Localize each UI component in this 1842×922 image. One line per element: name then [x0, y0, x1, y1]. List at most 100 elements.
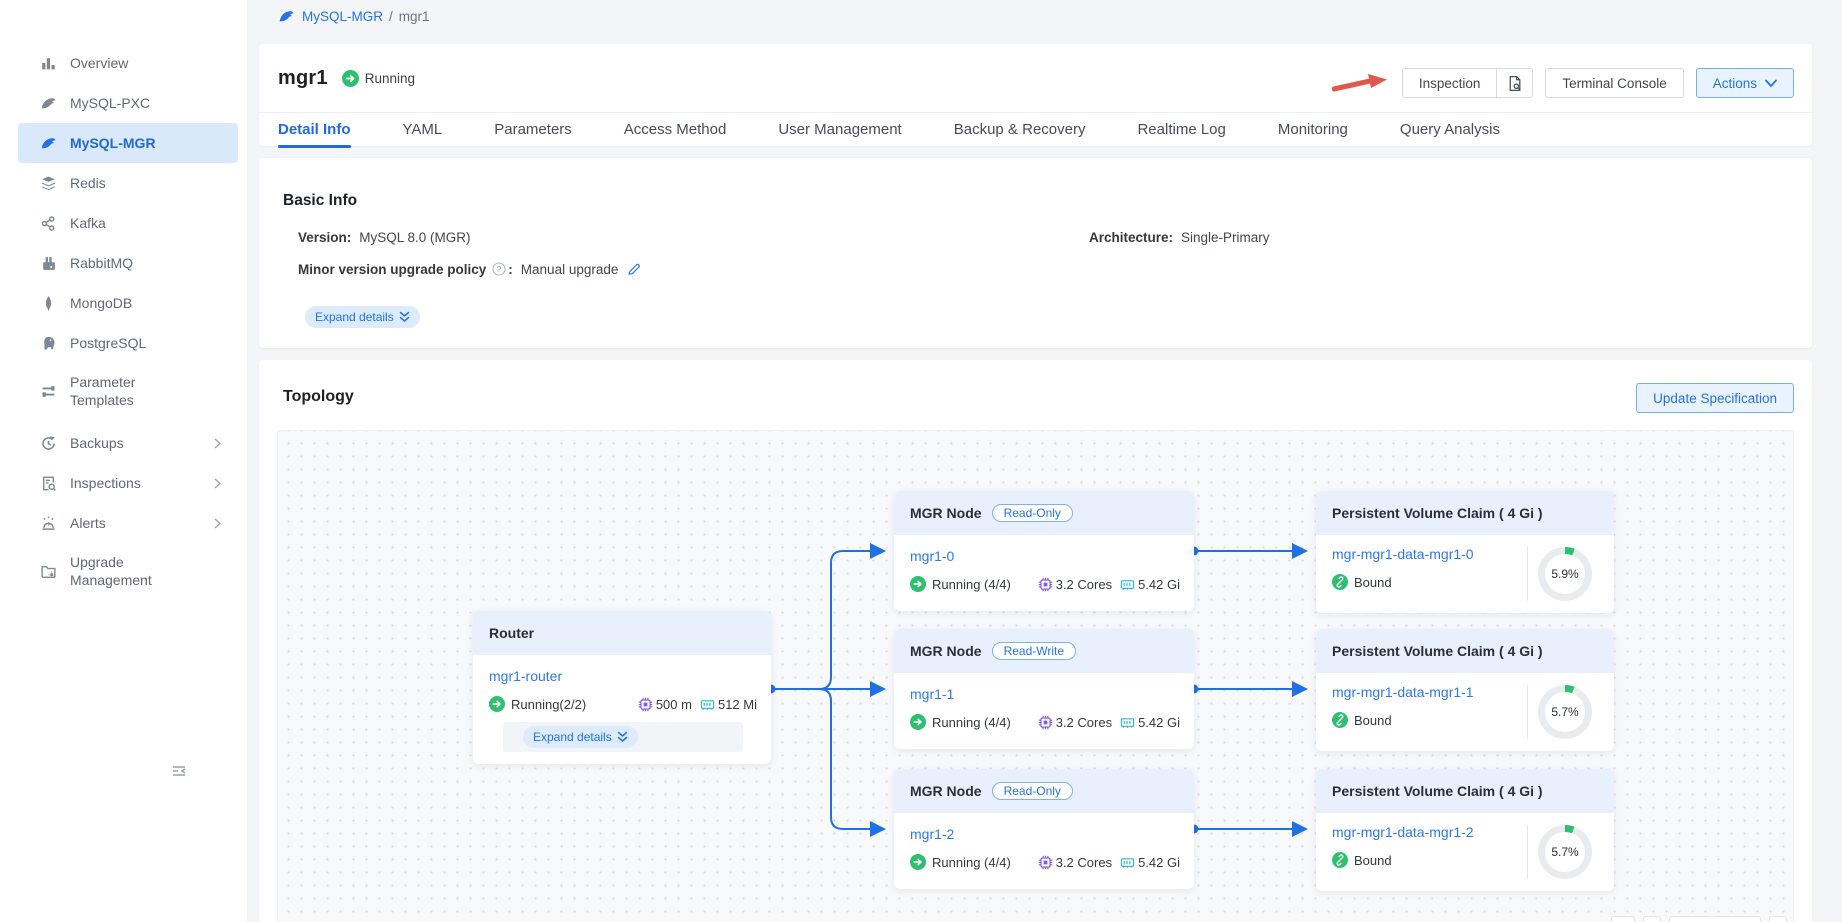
- canvas-control-slider[interactable]: [1669, 916, 1761, 922]
- dolphin-icon: [278, 8, 295, 25]
- pvc-name-link[interactable]: mgr-mgr1-data-mgr1-0: [1332, 546, 1474, 562]
- memory-ram-icon: [700, 697, 715, 712]
- topology-canvas[interactable]: Router mgr1-router Running(2/2) 500 m: [277, 430, 1794, 922]
- tab-yaml[interactable]: YAML: [403, 113, 443, 147]
- sliders-icon: [40, 383, 57, 400]
- version-label: Version:: [298, 230, 351, 245]
- tab-monitoring[interactable]: Monitoring: [1278, 113, 1348, 147]
- mgr-node-header: MGR NodeRead-Only: [894, 491, 1194, 535]
- pvc-card-body: mgr-mgr1-data-mgr1-2 Bound 5.: [1316, 813, 1614, 891]
- tab-detail-info[interactable]: Detail Info: [278, 113, 351, 147]
- pvc-name-link[interactable]: mgr-mgr1-data-mgr1-2: [1332, 824, 1474, 840]
- inspection-button[interactable]: Inspection: [1402, 68, 1498, 98]
- tab-query-analysis[interactable]: Query Analysis: [1400, 113, 1500, 147]
- usage-donut-chart: 5.9%: [1538, 547, 1592, 601]
- siren-icon: [40, 515, 57, 532]
- expand-details-label: Expand details: [315, 310, 394, 324]
- pvc-card[interactable]: Persistent Volume Claim ( 4 Gi ) mgr-mgr…: [1316, 629, 1614, 751]
- sidebar: Overview MySQL-PXC MySQL-MGR Redis Kafka…: [0, 0, 248, 922]
- pvc-info: mgr-mgr1-data-mgr1-1 Bound: [1332, 681, 1527, 743]
- update-specification-button[interactable]: Update Specification: [1636, 383, 1794, 413]
- mgr-node-header: MGR Node Read-Write: [894, 629, 1194, 673]
- sidebar-item-backups[interactable]: Backups: [18, 423, 238, 463]
- mgr-node-name-link[interactable]: mgr1-0: [910, 548, 954, 564]
- memory-ram-icon: [1120, 577, 1135, 592]
- tab-user-management[interactable]: User Management: [778, 113, 901, 147]
- pvc-card-header: Persistent Volume Claim ( 4 Gi ): [1316, 491, 1614, 535]
- router-cpu-value: 500 m: [656, 697, 692, 712]
- canvas-control-button[interactable]: [1769, 916, 1787, 922]
- mgr-node-name-link[interactable]: mgr1-1: [910, 686, 954, 702]
- chevron-down-icon: [1765, 79, 1777, 88]
- canvas-control-button[interactable]: [1643, 916, 1661, 922]
- mgr-node-title: MGR Node: [910, 643, 982, 659]
- expand-details-button[interactable]: Expand details: [305, 306, 420, 328]
- inspection-report-button[interactable]: [1497, 68, 1533, 98]
- mgr-node-card[interactable]: MGR NodeRead-Only mgr1-2 Running (4/4) 3…: [894, 769, 1194, 889]
- mgr-node-card[interactable]: MGR NodeRead-Only mgr1-0 Running (4/4) 3…: [894, 491, 1194, 611]
- page: Overview MySQL-PXC MySQL-MGR Redis Kafka…: [0, 0, 1842, 922]
- router-node-card[interactable]: Router mgr1-router Running(2/2) 500 m: [473, 611, 771, 764]
- help-question-icon[interactable]: ?: [492, 262, 506, 276]
- pvc-card[interactable]: Persistent Volume Claim ( 4 Gi ) mgr-mgr…: [1316, 769, 1614, 891]
- rabbitmq-icon: [40, 255, 57, 272]
- sidebar-item-upgrade-management[interactable]: Upgrade Management: [18, 543, 238, 599]
- tab-access-method[interactable]: Access Method: [624, 113, 727, 147]
- sidebar-item-label: MySQL-PXC: [70, 94, 150, 112]
- terminal-console-button[interactable]: Terminal Console: [1545, 68, 1683, 98]
- mgr-node-status-row: Running (4/4) 3.2 Cores 5.42 Gi: [910, 576, 1180, 592]
- usage-percent-label: 5.7%: [1551, 705, 1578, 719]
- basic-info-card: Basic Info Version: MySQL 8.0 (MGR) Arch…: [259, 158, 1812, 348]
- canvas-zoom-controls[interactable]: [1611, 916, 1787, 922]
- mgr-node-status-text: Running (4/4): [932, 855, 1011, 870]
- canvas-control-button[interactable]: [1611, 916, 1635, 922]
- sidebar-item-inspections[interactable]: Inspections: [18, 463, 238, 503]
- backup-restore-icon: [40, 435, 57, 452]
- mgr-node-card[interactable]: MGR Node Read-Write mgr1-1 Running (4/4) …: [894, 629, 1194, 749]
- sidebar-item-postgresql[interactable]: PostgreSQL: [18, 323, 238, 363]
- router-status-row: Running(2/2) 500 m 512 Mi: [489, 696, 757, 712]
- pvc-usage: 5.7%: [1528, 681, 1602, 743]
- mgr-node-status-row: Running (4/4) 3.2 Cores 5.42 Gi: [910, 714, 1180, 730]
- collapse-sidebar-icon[interactable]: [170, 762, 188, 780]
- elephant-icon: [40, 335, 57, 352]
- sidebar-item-label: Redis: [70, 174, 106, 192]
- mgr-node-name-link[interactable]: mgr1-2: [910, 826, 954, 842]
- sidebar-item-mysql-mgr[interactable]: MySQL-MGR: [18, 123, 238, 163]
- actions-button[interactable]: Actions: [1696, 68, 1794, 98]
- mgr-node-memory-value: 5.42 Gi: [1138, 715, 1180, 730]
- sidebar-item-parameter-templates[interactable]: Parameter Templates: [18, 363, 238, 419]
- sidebar-item-label: Alerts: [70, 514, 106, 532]
- leaf-icon: [40, 295, 57, 312]
- cpu-chip-icon: [638, 697, 653, 712]
- pvc-name-link[interactable]: mgr-mgr1-data-mgr1-1: [1332, 684, 1474, 700]
- pvc-card[interactable]: Persistent Volume Claim ( 4 Gi ) mgr-mgr…: [1316, 491, 1614, 613]
- sidebar-item-mongodb[interactable]: MongoDB: [18, 283, 238, 323]
- sidebar-item-mysql-pxc[interactable]: MySQL-PXC: [18, 83, 238, 123]
- sidebar-item-kafka[interactable]: Kafka: [18, 203, 238, 243]
- chevron-right-icon: [213, 518, 224, 529]
- mgr-node-header: MGR NodeRead-Only: [894, 769, 1194, 813]
- pvc-status-text: Bound: [1354, 713, 1392, 728]
- mgr-node-status-text: Running (4/4): [932, 715, 1011, 730]
- edit-pencil-icon[interactable]: [626, 261, 642, 277]
- page-title: mgr1: [278, 67, 328, 90]
- router-metrics: 500 m 512 Mi: [638, 697, 757, 712]
- breadcrumb-app-link[interactable]: MySQL-MGR: [302, 9, 383, 24]
- sidebar-item-label: Parameter Templates: [70, 373, 202, 409]
- router-expand-details-button[interactable]: Expand details: [523, 726, 638, 748]
- role-badge: Read-Write: [992, 642, 1076, 660]
- sidebar-item-redis[interactable]: Redis: [18, 163, 238, 203]
- mgr-node-metrics: 3.2 Cores 5.42 Gi: [1038, 715, 1180, 730]
- sidebar-item-rabbitmq[interactable]: RabbitMQ: [18, 243, 238, 283]
- sidebar-item-alerts[interactable]: Alerts: [18, 503, 238, 543]
- tab-backup-recovery[interactable]: Backup & Recovery: [954, 113, 1086, 147]
- router-card-title: Router: [489, 625, 534, 641]
- router-name-link[interactable]: mgr1-router: [489, 668, 562, 684]
- tab-parameters[interactable]: Parameters: [494, 113, 572, 147]
- role-badge: Read-Only: [992, 782, 1073, 800]
- sidebar-item-label: Backups: [70, 434, 124, 452]
- tab-realtime-log[interactable]: Realtime Log: [1137, 113, 1225, 147]
- pvc-card-header: Persistent Volume Claim ( 4 Gi ): [1316, 629, 1614, 673]
- sidebar-item-overview[interactable]: Overview: [18, 43, 238, 83]
